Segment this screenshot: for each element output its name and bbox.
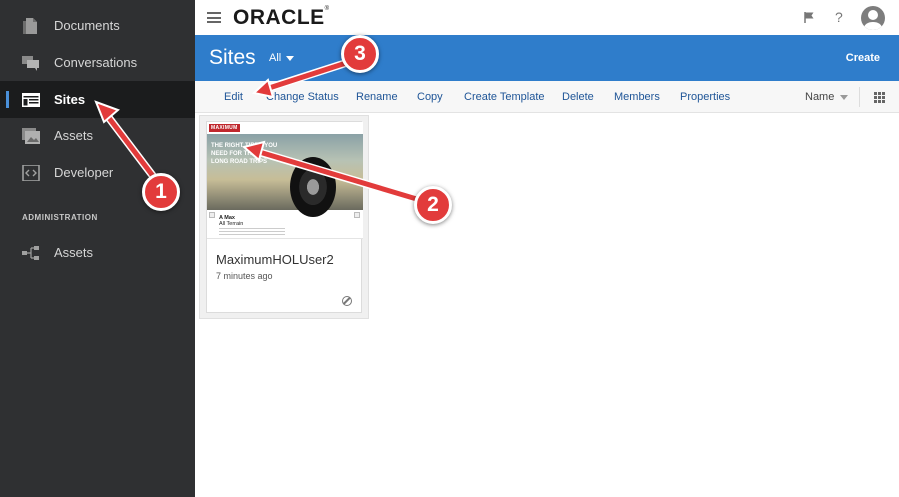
annotation-badge-3: 3 (341, 35, 379, 73)
sidebar-item-assets[interactable]: Assets (0, 117, 195, 154)
oracle-logo: ORACLE® (233, 6, 330, 29)
copy-button[interactable]: Copy (417, 91, 443, 103)
sidebar-nav: Documents Conversations Sites Assets Dev… (0, 0, 195, 497)
site-thumbnail[interactable]: MAXIMUM THE RIGHT TIRES YOU NEED FOR THO… (207, 122, 363, 239)
site-card[interactable]: MAXIMUM THE RIGHT TIRES YOU NEED FOR THO… (199, 115, 369, 319)
toolbar-divider (859, 87, 860, 107)
sort-dropdown[interactable]: Name (805, 91, 849, 103)
site-card-body: MAXIMUM THE RIGHT TIRES YOU NEED FOR THO… (206, 121, 363, 313)
chevron-down-icon (286, 55, 295, 61)
top-bar: ORACLE® ? (195, 0, 899, 35)
action-toolbar: Edit Change Status Rename Copy Create Te… (195, 81, 899, 113)
flag-icon[interactable] (804, 11, 815, 24)
sidebar-item-label: Assets (54, 128, 94, 143)
edit-button[interactable]: Edit (224, 91, 243, 103)
grid-view-icon[interactable] (874, 92, 885, 103)
site-name[interactable]: MaximumHOLUser2 (216, 252, 334, 267)
change-status-button[interactable]: Change Status (266, 91, 339, 103)
assets-icon (22, 127, 40, 144)
delete-button[interactable]: Delete (562, 91, 594, 103)
create-button[interactable]: Create (846, 52, 880, 64)
sidebar-item-conversations[interactable]: Conversations (0, 44, 195, 81)
sidebar-item-documents[interactable]: Documents (0, 7, 195, 44)
thumbnail-brand: MAXIMUM (209, 124, 240, 132)
filter-dropdown[interactable]: All (269, 52, 295, 64)
sidebar-item-admin-assets[interactable]: Assets (0, 234, 195, 271)
thumbnail-product: A Max All Terrain (219, 215, 244, 227)
sidebar-item-label: Sites (54, 92, 86, 107)
annotation-badge-1: 1 (142, 173, 180, 211)
sidebar-item-label: Documents (54, 18, 120, 33)
thumbnail-checkbox (209, 212, 215, 218)
conversations-icon (22, 55, 39, 71)
admin-assets-icon (22, 245, 39, 260)
developer-icon (22, 164, 40, 181)
documents-icon (23, 17, 37, 34)
thumbnail-text-lines (219, 228, 285, 237)
thumbnail-checkbox (354, 212, 360, 218)
help-icon[interactable]: ? (835, 9, 843, 25)
properties-button[interactable]: Properties (680, 91, 730, 103)
create-template-button[interactable]: Create Template (464, 91, 545, 103)
site-modified-time: 7 minutes ago (216, 271, 273, 281)
sites-icon (22, 92, 40, 107)
tire-image (290, 157, 336, 217)
thumbnail-headline: THE RIGHT TIRES YOU NEED FOR THOSE LONG … (211, 143, 278, 165)
menu-icon[interactable] (207, 12, 221, 23)
sidebar-item-sites[interactable]: Sites (0, 81, 195, 118)
user-avatar-icon[interactable] (861, 6, 885, 30)
chevron-down-icon (840, 94, 849, 100)
sidebar-item-label: Conversations (54, 55, 138, 70)
annotation-badge-2: 2 (414, 186, 452, 224)
sidebar-item-label: Assets (54, 245, 94, 260)
section-heading-administration: ADMINISTRATION (22, 213, 98, 222)
page-header: Sites All Create (195, 35, 899, 81)
page-title: Sites (209, 46, 256, 69)
active-indicator (6, 91, 9, 108)
unpublished-status-icon (342, 296, 352, 306)
rename-button[interactable]: Rename (356, 91, 398, 103)
sidebar-item-label: Developer (54, 165, 114, 180)
members-button[interactable]: Members (614, 91, 660, 103)
